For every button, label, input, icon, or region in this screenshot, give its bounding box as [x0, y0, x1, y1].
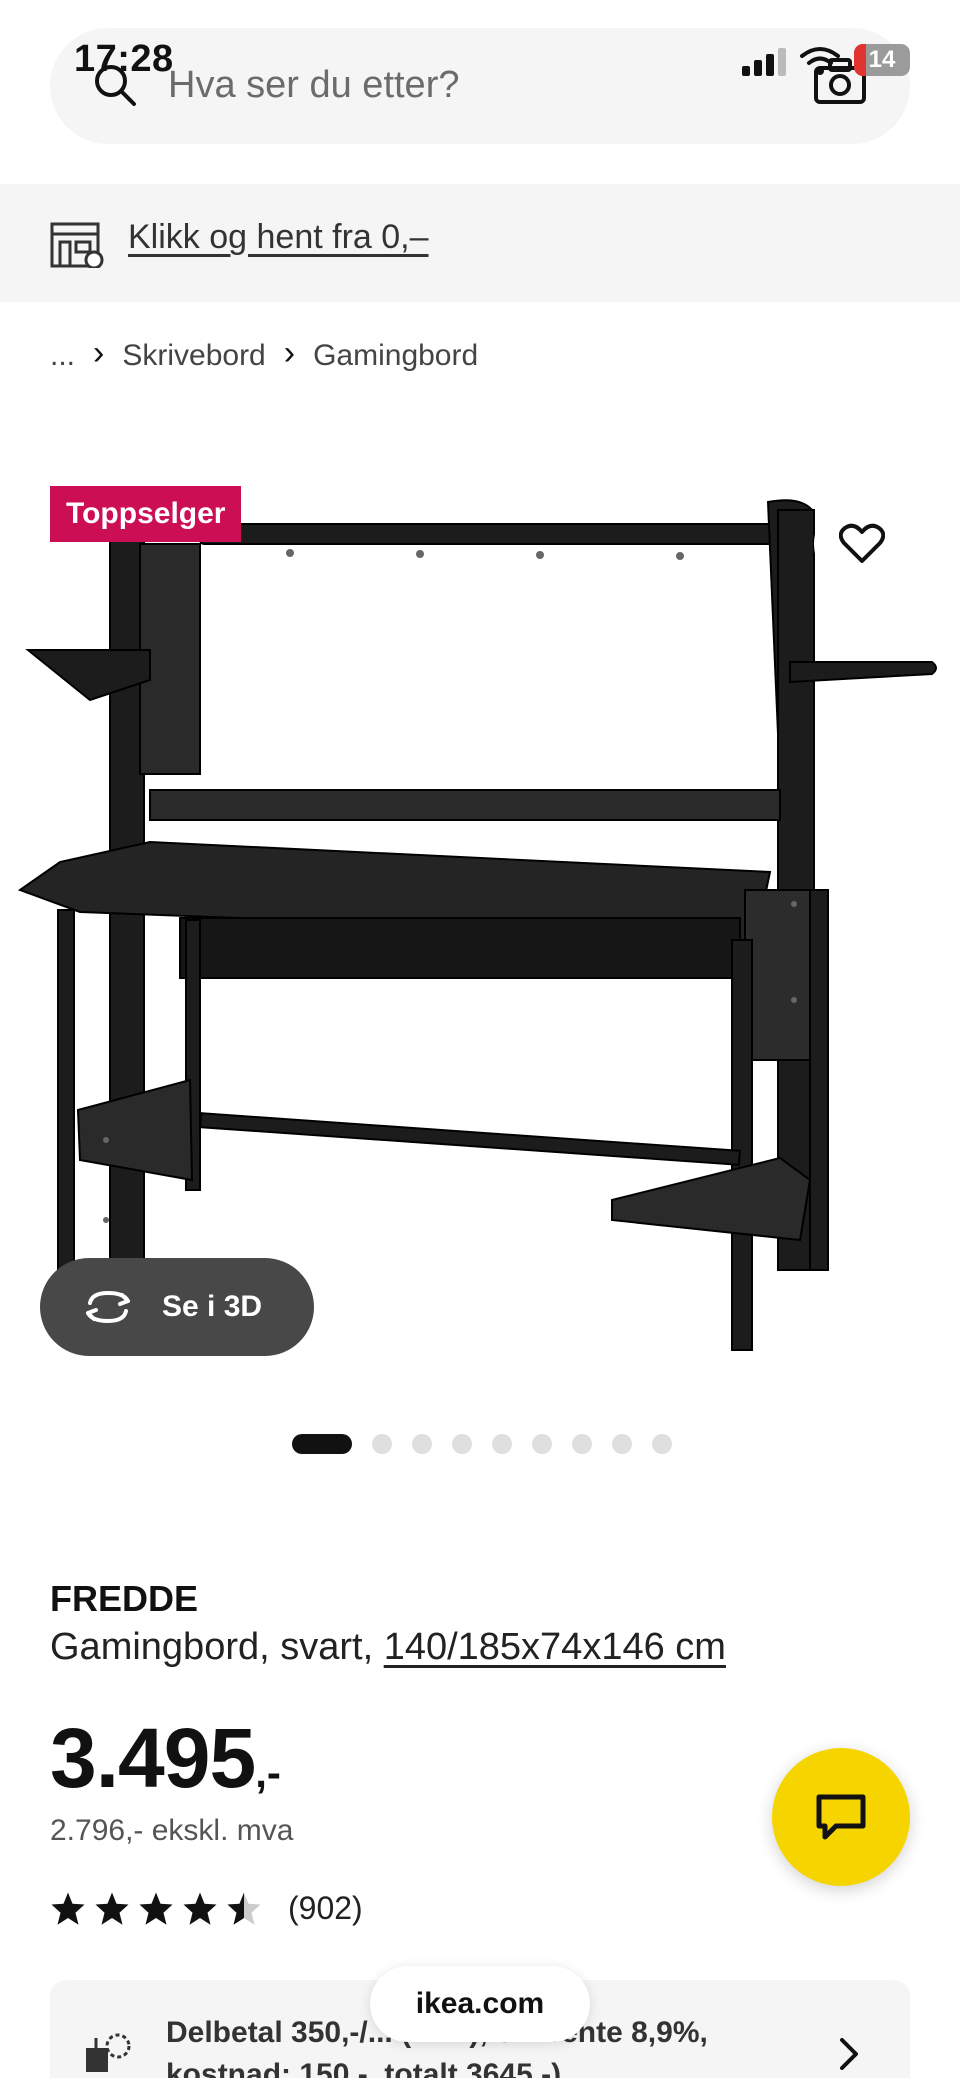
- carousel-dot[interactable]: [292, 1434, 352, 1454]
- carousel-dot[interactable]: [572, 1434, 592, 1454]
- battery-indicator: 14: [854, 44, 910, 76]
- star-icon: [51, 1892, 85, 1925]
- carousel-indicator: [292, 1434, 672, 1454]
- star-icon: [139, 1892, 173, 1925]
- chevron-right-icon: ›: [283, 334, 296, 372]
- breadcrumb-item-skrivebord[interactable]: Skrivebord: [122, 339, 265, 373]
- star-icon: [95, 1892, 129, 1925]
- product-image[interactable]: [0, 420, 960, 1380]
- rating-stars: [50, 1891, 262, 1927]
- product-description: Gamingbord, svart, 140/185x74x146 cm: [50, 1626, 726, 1669]
- price-excl-vat: 2.796,- ekskl. mva: [50, 1814, 294, 1847]
- carousel-dot[interactable]: [652, 1434, 672, 1454]
- store-pickup-icon: [50, 222, 104, 268]
- search-icon: [95, 65, 136, 106]
- favorite-button[interactable]: [814, 496, 910, 592]
- view-3d-button[interactable]: Se i 3D: [40, 1258, 314, 1356]
- click-and-collect-link[interactable]: Klikk og hent fra 0,–: [128, 218, 429, 257]
- search-input[interactable]: Hva ser du etter?: [168, 64, 459, 107]
- signal-icon: [742, 48, 786, 76]
- breadcrumb-ellipsis[interactable]: ...: [50, 339, 75, 373]
- carousel-dot[interactable]: [532, 1434, 552, 1454]
- carousel-dot[interactable]: [612, 1434, 632, 1454]
- carousel-dot[interactable]: [412, 1434, 432, 1454]
- carousel-dot[interactable]: [452, 1434, 472, 1454]
- browser-url-pill[interactable]: ikea.com: [370, 1966, 590, 2042]
- product-type: Gamingbord, svart,: [50, 1626, 384, 1668]
- star-icon: [183, 1892, 217, 1925]
- chevron-right-icon: ›: [93, 334, 105, 372]
- product-rating[interactable]: (902): [50, 1890, 363, 1927]
- rating-count[interactable]: (902): [288, 1890, 363, 1927]
- product-price: 3.495,-: [50, 1710, 281, 1807]
- breadcrumb-item-gamingbord[interactable]: Gamingbord: [313, 339, 478, 373]
- heart-icon: [839, 523, 885, 563]
- carousel-dot[interactable]: [492, 1434, 512, 1454]
- breadcrumb: ... › Skrivebord › Gamingbord: [50, 334, 478, 375]
- installment-icon: [86, 2033, 131, 2072]
- rotate-3d-icon: [86, 1290, 130, 1324]
- price-suffix: ,-: [255, 1749, 281, 1796]
- view-3d-label: Se i 3D: [162, 1290, 263, 1323]
- top-seller-badge: Toppselger: [50, 486, 242, 542]
- chat-button[interactable]: [772, 1748, 910, 1886]
- product-dimensions-link[interactable]: 140/185x74x146 cm: [384, 1626, 726, 1668]
- carousel-dot[interactable]: [372, 1434, 392, 1454]
- chat-bubble-icon: [816, 1794, 866, 1840]
- star-half-icon: [227, 1892, 261, 1925]
- product-name: FREDDE: [50, 1578, 199, 1619]
- price-main: 3.495: [50, 1711, 256, 1805]
- chevron-right-icon: [840, 2038, 858, 2070]
